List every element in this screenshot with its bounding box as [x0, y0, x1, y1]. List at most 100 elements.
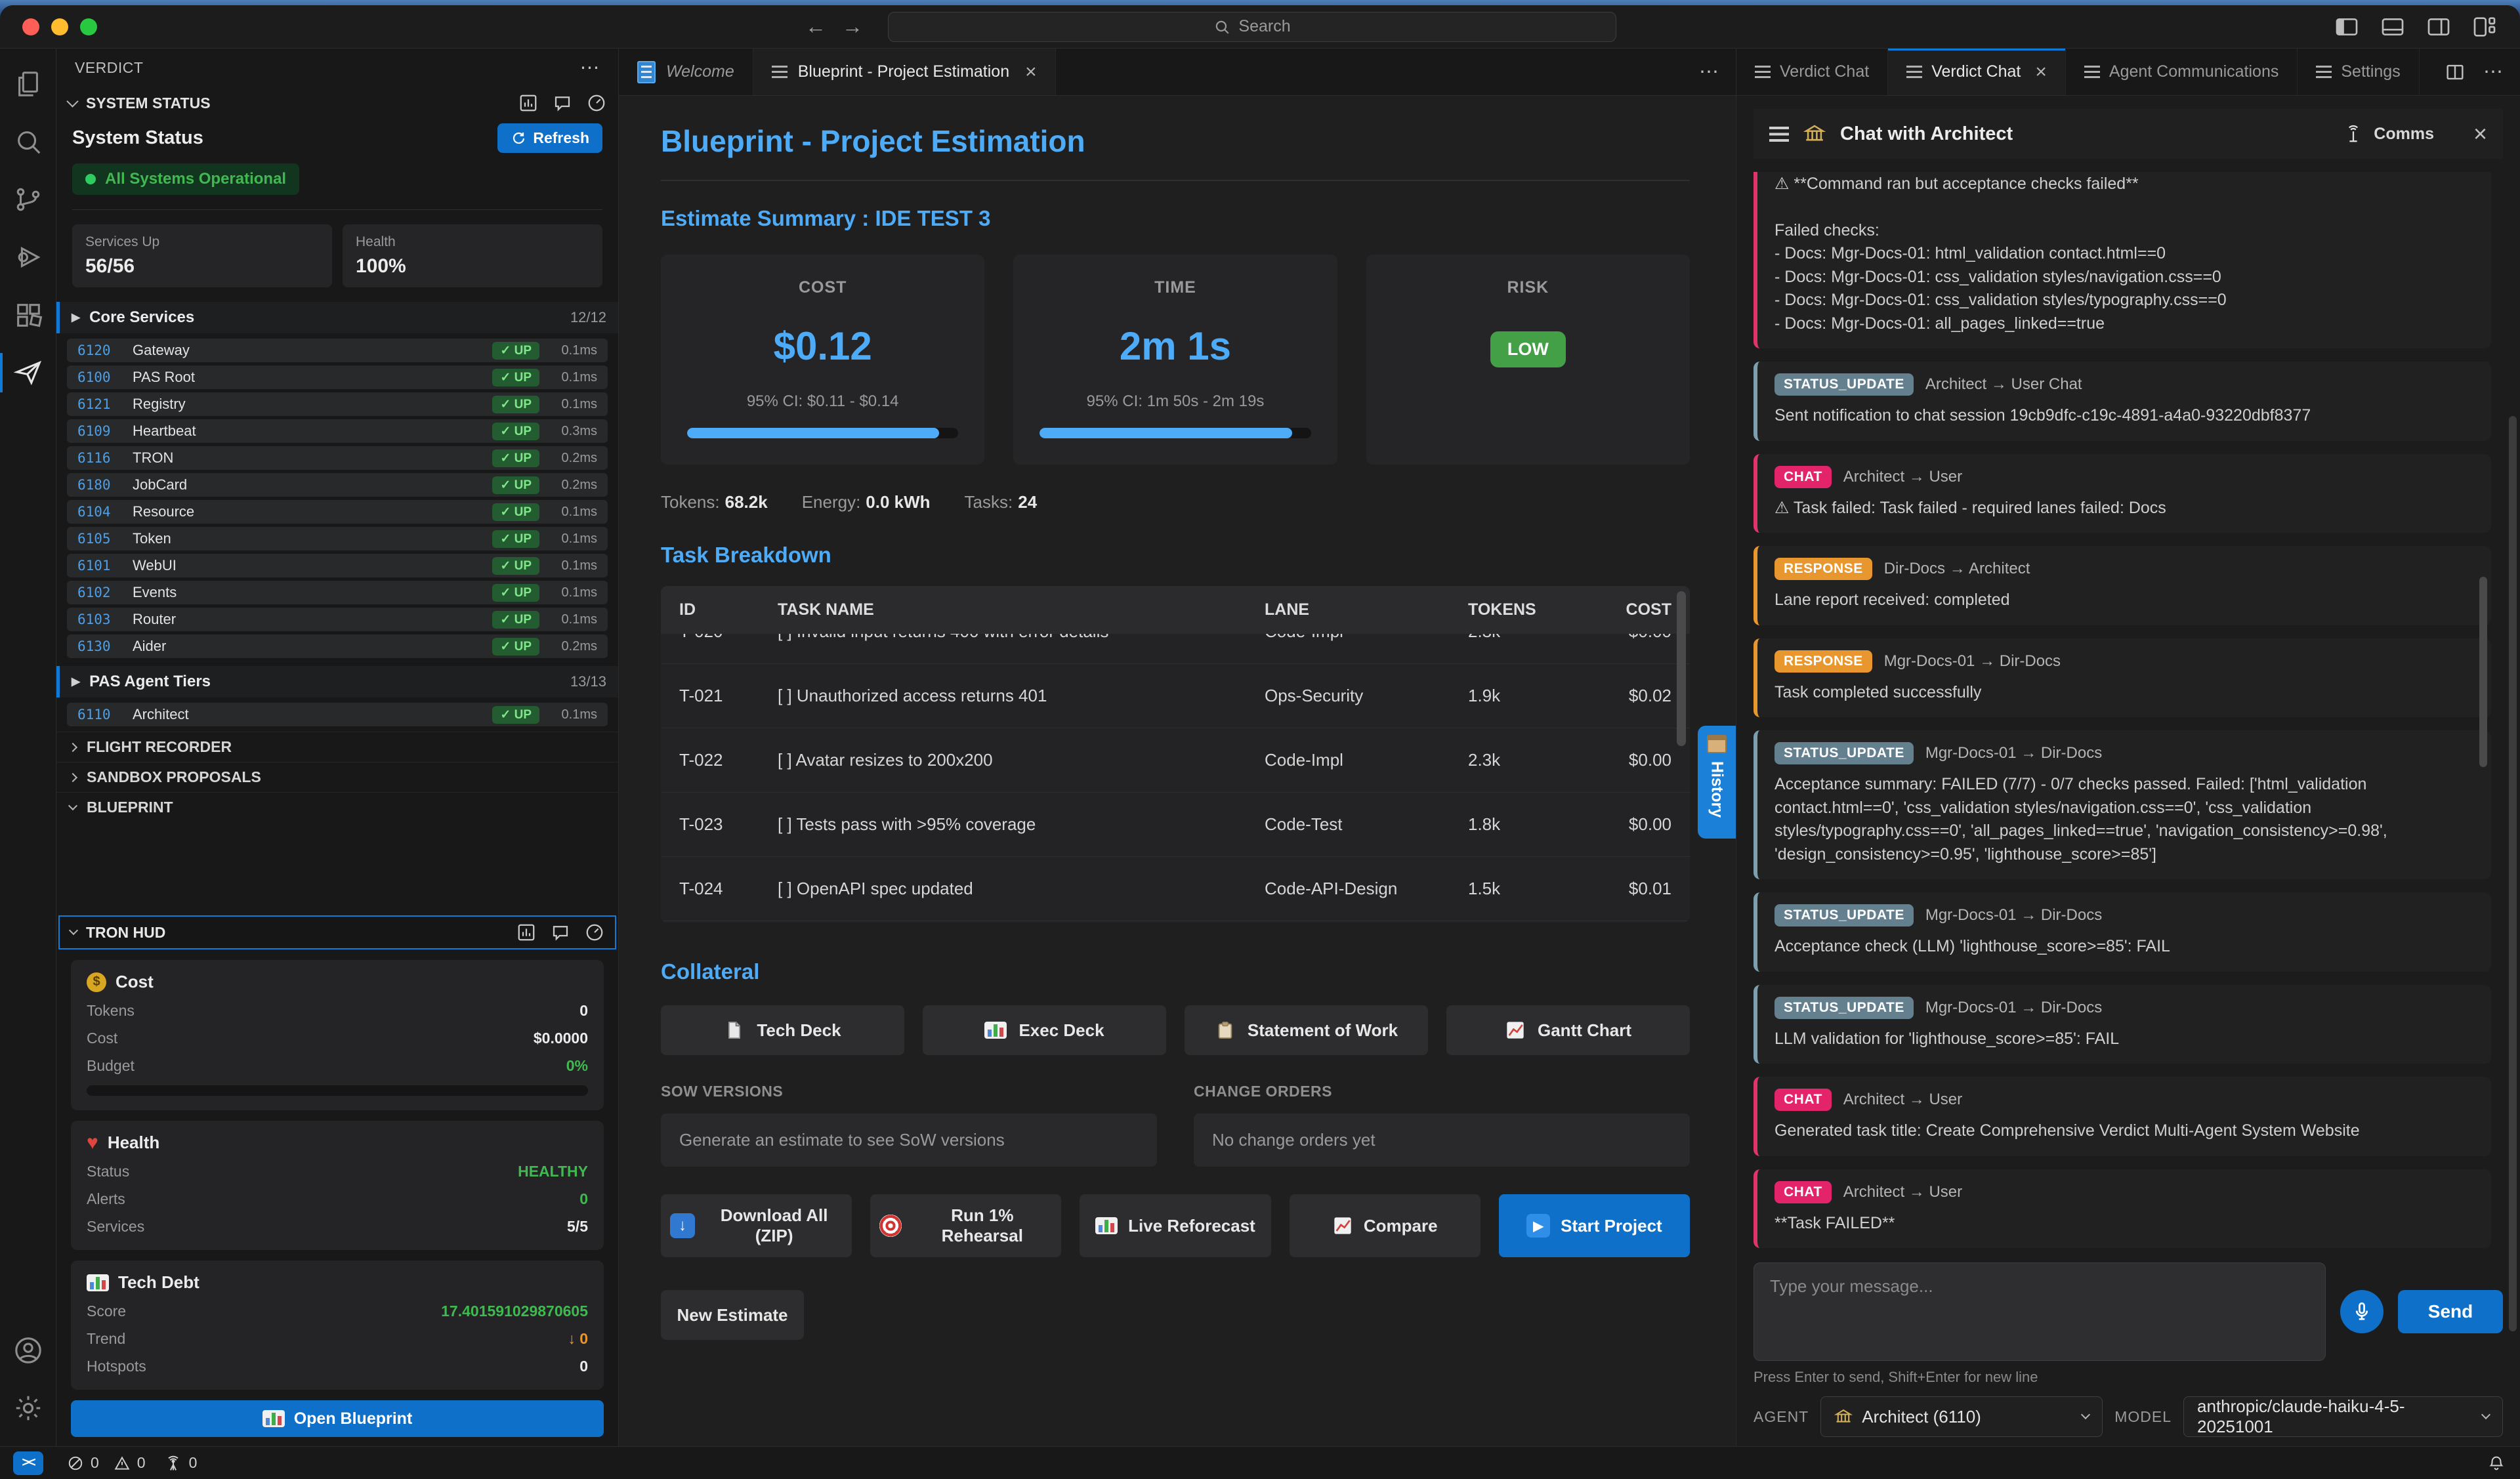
system-status-section-header[interactable]: SYSTEM STATUS	[56, 87, 618, 119]
verdict-chat-panel: Verdict Chat Verdict Chat × Agent Commun…	[1736, 49, 2520, 1446]
service-row[interactable]: 6120 Gateway ✓ UP 0.1ms	[67, 339, 608, 362]
chevron-down-icon	[66, 95, 78, 107]
hud-row-label: Cost	[87, 1030, 117, 1047]
open-blueprint-button[interactable]: Open Blueprint	[71, 1400, 604, 1437]
message-scrollbar[interactable]	[2479, 577, 2487, 767]
table-row[interactable]: T-020 [ ] Invalid input returns 400 with…	[661, 634, 1690, 664]
ports-indicator[interactable]: 0	[164, 1454, 198, 1472]
table-row[interactable]: T-022 [ ] Avatar resizes to 200x200 Code…	[661, 728, 1690, 793]
model-select[interactable]: anthropic/claude-haiku-4-5-20251001	[2183, 1396, 2503, 1437]
service-row[interactable]: 6116 TRON ✓ UP 0.2ms	[67, 446, 608, 470]
zoom-window-button[interactable]	[80, 18, 97, 35]
service-row[interactable]: 6103 Router ✓ UP 0.1ms	[67, 608, 608, 631]
toggle-panel-icon[interactable]	[2380, 14, 2406, 40]
task-table-body[interactable]: T-020 [ ] Invalid input returns 400 with…	[661, 634, 1690, 923]
history-flyout-tab[interactable]: History	[1698, 726, 1736, 839]
task-name: [ ] Tests pass with >95% coverage	[778, 814, 1265, 835]
service-row[interactable]: 6104 Resource ✓ UP 0.1ms	[67, 500, 608, 524]
tab-verdict-chat-2[interactable]: Verdict Chat ×	[1888, 49, 2066, 95]
live-reforecast-button[interactable]: Live Reforecast	[1080, 1194, 1270, 1257]
source-control-icon[interactable]	[0, 171, 56, 228]
gantt-chart-button[interactable]: Gantt Chart	[1446, 1005, 1690, 1055]
tab-verdict-chat-1[interactable]: Verdict Chat	[1736, 49, 1888, 95]
customize-layout-icon[interactable]	[2471, 14, 2498, 40]
download-all-zip-button[interactable]: ↓ Download All (ZIP)	[661, 1194, 852, 1257]
panel-scrollbar[interactable]	[2509, 416, 2517, 1331]
service-row[interactable]: 6105 Token ✓ UP 0.1ms	[67, 527, 608, 551]
panel-more-actions-icon[interactable]: ⋯	[2483, 60, 2503, 83]
table-row[interactable]: T-021 [ ] Unauthorized access returns 40…	[661, 664, 1690, 728]
remote-indicator[interactable]: ><	[0, 1447, 56, 1479]
message-route: Architect → User	[1843, 1183, 1962, 1201]
sandbox-proposals-section-header[interactable]: SANDBOX PROPOSALS	[56, 762, 618, 792]
send-button[interactable]: Send	[2398, 1290, 2503, 1333]
new-estimate-button[interactable]: New Estimate	[661, 1290, 804, 1340]
message-body: LLM validation for 'lighthouse_score>=85…	[1774, 1028, 2475, 1051]
table-row[interactable]: T-024 [ ] OpenAPI spec updated Code-API-…	[661, 857, 1690, 921]
editor-more-actions-icon[interactable]: ⋯	[1699, 60, 1719, 83]
extensions-icon[interactable]	[0, 286, 56, 344]
service-row[interactable]: 6101 WebUI ✓ UP 0.1ms	[67, 554, 608, 577]
service-row[interactable]: 6121 Registry ✓ UP 0.1ms	[67, 392, 608, 416]
compare-button[interactable]: Compare	[1290, 1194, 1480, 1257]
comment-icon[interactable]	[551, 923, 570, 942]
tab-welcome[interactable]: Welcome	[619, 49, 753, 95]
agent-select[interactable]: Architect (6110)	[1820, 1396, 2103, 1437]
statement-of-work-button[interactable]: Statement of Work	[1185, 1005, 1428, 1055]
menu-icon[interactable]	[1769, 127, 1789, 142]
flight-recorder-section-header[interactable]: FLIGHT RECORDER	[56, 732, 618, 762]
tab-agent-communications[interactable]: Agent Communications	[2066, 49, 2298, 95]
service-row[interactable]: 6102 Events ✓ UP 0.1ms	[67, 581, 608, 604]
download-icon: ↓	[670, 1213, 695, 1238]
comms-button[interactable]: Comms	[2374, 125, 2434, 144]
tab-blueprint-project-estimation[interactable]: Blueprint - Project Estimation ×	[753, 49, 1056, 95]
voice-input-button[interactable]	[2340, 1290, 2384, 1333]
search-sidebar-icon[interactable]	[0, 113, 56, 171]
bar-chart-icon[interactable]	[516, 923, 536, 942]
split-editor-icon[interactable]	[2444, 61, 2466, 83]
toggle-primary-sidebar-icon[interactable]	[2334, 14, 2360, 40]
close-icon[interactable]: ×	[2473, 120, 2487, 148]
gauge-icon[interactable]	[587, 93, 606, 113]
command-search-input[interactable]: Search	[888, 12, 1616, 42]
refresh-button[interactable]: Refresh	[497, 123, 602, 153]
run-debug-icon[interactable]	[0, 228, 56, 286]
start-project-button[interactable]: ▶ Start Project	[1499, 1194, 1690, 1257]
table-row[interactable]: T-023 [ ] Tests pass with >95% coverage …	[661, 793, 1690, 857]
core-services-group-header[interactable]: ▶ Core Services 12/12	[56, 302, 618, 333]
tab-settings[interactable]: Settings	[2298, 49, 2419, 95]
blueprint-section-header[interactable]: BLUEPRINT	[56, 792, 618, 822]
gauge-icon[interactable]	[585, 923, 604, 942]
exec-deck-button[interactable]: Exec Deck	[923, 1005, 1166, 1055]
sidebar-more-actions-icon[interactable]: ⋯	[580, 56, 600, 79]
verdict-extension-icon[interactable]	[0, 344, 56, 402]
run-1-percent-rehearsal-button[interactable]: Run 1% Rehearsal	[870, 1194, 1061, 1257]
bar-chart-icon[interactable]	[518, 93, 538, 113]
service-row[interactable]: 6130 Aider ✓ UP 0.2ms	[67, 635, 608, 658]
settings-gear-icon[interactable]	[0, 1379, 56, 1437]
bell-icon[interactable]	[2487, 1454, 2506, 1472]
comment-icon[interactable]	[553, 93, 572, 113]
errors-warnings-indicator[interactable]: 0 0	[67, 1454, 146, 1472]
service-row[interactable]: 6110 Architect ✓ UP 0.1ms	[67, 703, 608, 726]
service-row[interactable]: 6109 Heartbeat ✓ UP 0.3ms	[67, 419, 608, 443]
tron-hud-section-header[interactable]: TRON HUD	[58, 915, 616, 949]
minimize-window-button[interactable]	[51, 18, 68, 35]
forward-arrow-icon[interactable]: →	[834, 14, 871, 39]
pas-agent-tiers-group-header[interactable]: ▶ PAS Agent Tiers 13/13	[56, 666, 618, 698]
service-row[interactable]: 6180 JobCard ✓ UP 0.2ms	[67, 473, 608, 497]
service-row[interactable]: 6100 PAS Root ✓ UP 0.1ms	[67, 365, 608, 389]
chat-message-list[interactable]: RESPONSE Dir-Docs → Architect Lane repor…	[1754, 172, 2491, 1248]
close-tab-icon[interactable]: ×	[1025, 61, 1037, 83]
tech-deck-button[interactable]: Tech Deck	[661, 1005, 904, 1055]
toggle-secondary-sidebar-icon[interactable]	[2426, 14, 2452, 40]
accounts-icon[interactable]	[0, 1322, 56, 1379]
close-window-button[interactable]	[22, 18, 39, 35]
close-tab-icon[interactable]: ×	[2035, 61, 2047, 83]
chat-message-input[interactable]	[1754, 1262, 2326, 1361]
table-scrollbar[interactable]	[1677, 591, 1686, 746]
heart-icon: ♥	[87, 1133, 98, 1153]
explorer-icon[interactable]	[0, 55, 56, 113]
bank-icon	[1834, 1407, 1853, 1426]
back-arrow-icon[interactable]: ←	[797, 14, 834, 39]
